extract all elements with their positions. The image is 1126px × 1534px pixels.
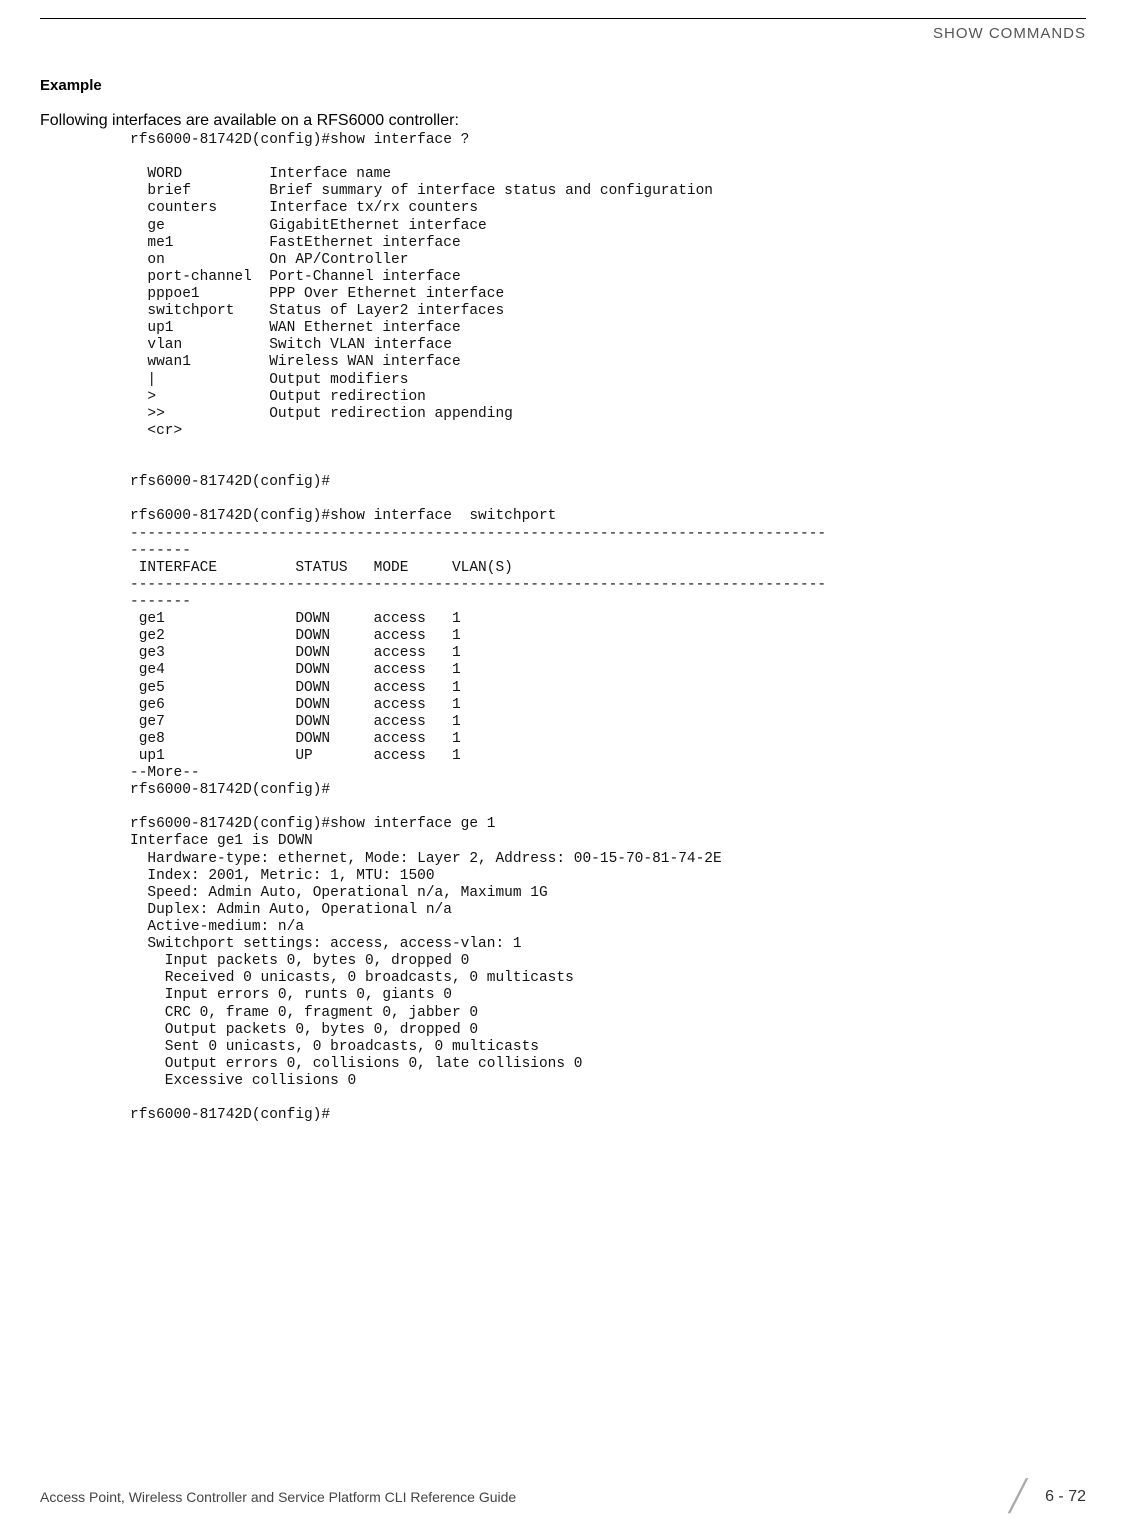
cli-output: rfs6000-81742D(config)#show interface ? …	[130, 132, 1086, 1124]
header-section-title: SHOW COMMANDS	[0, 25, 1086, 42]
header-divider	[40, 18, 1086, 19]
footer-page-area: ╱ 6 - 72	[1009, 1479, 1086, 1514]
page-slash-icon: ╱	[1009, 1479, 1027, 1514]
page-footer: Access Point, Wireless Controller and Se…	[0, 1479, 1126, 1514]
intro-text: Following interfaces are available on a …	[40, 112, 1086, 130]
footer-doc-title: Access Point, Wireless Controller and Se…	[40, 1489, 516, 1505]
example-heading: Example	[40, 77, 1086, 94]
page-number: 6 - 72	[1045, 1488, 1086, 1506]
page-content: Example Following interfaces are availab…	[0, 42, 1126, 1124]
